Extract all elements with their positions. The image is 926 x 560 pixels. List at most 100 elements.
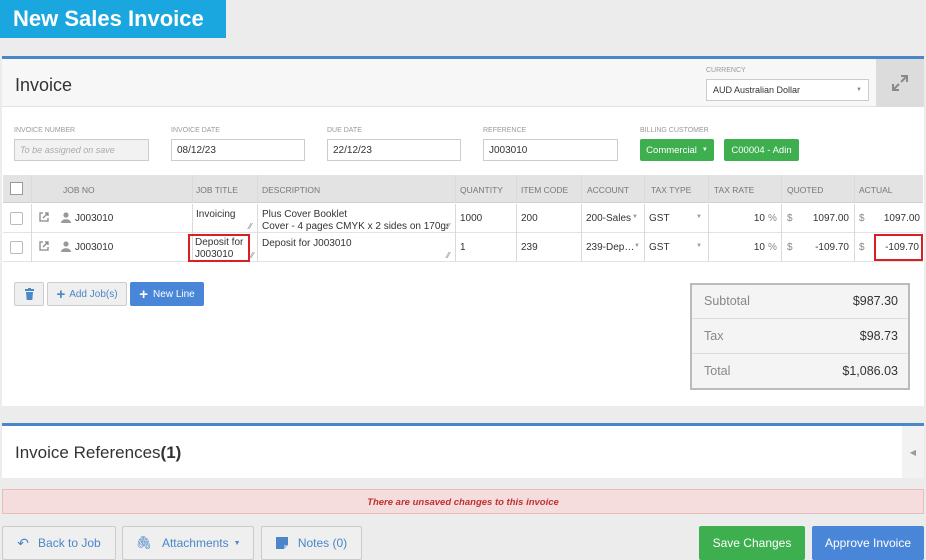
open-link-icon[interactable] [38, 211, 50, 226]
resize-handle-icon[interactable]: ⁄⁄ [447, 251, 450, 260]
resize-handle-icon[interactable]: ⁄⁄ [249, 222, 252, 231]
new-line-button[interactable]: + New Line [130, 282, 204, 306]
job-title[interactable]: J003010 [195, 249, 233, 260]
chevron-left-icon[interactable]: ◀ [902, 426, 924, 478]
totals-box: Subtotal $987.30 Tax $98.73 Total $1,086… [690, 283, 910, 390]
invoice-panel: Invoice CURRENCY AUD Australian Dollar ▼… [2, 56, 924, 406]
resize-handle-icon[interactable]: ⁄⁄ [251, 251, 254, 260]
col-job-title: JOB TITLE [196, 185, 238, 195]
billing-type-dropdown[interactable]: Commercial ▼ [640, 139, 714, 161]
resize-handle-icon[interactable]: ⁄⁄ [447, 222, 450, 231]
billing-type-label: Commercial [646, 144, 697, 156]
plus-icon: + [139, 285, 149, 303]
table-row: J003010 Invoicing ⁄⁄ Plus Cover Booklet … [3, 204, 923, 233]
col-item-code: ITEM CODE [521, 185, 569, 195]
billing-customer-label: BILLING CUSTOMER [640, 127, 709, 134]
col-job-no: JOB NO [63, 185, 95, 195]
reference-input[interactable]: J003010 [483, 139, 618, 161]
invoice-number-input: To be assigned on save [14, 139, 149, 161]
description-line[interactable]: Plus Cover Booklet [262, 209, 347, 220]
invoice-references-panel[interactable]: Invoice References(1) ◀ [2, 423, 924, 478]
approve-invoice-button[interactable]: Approve Invoice [812, 526, 924, 560]
description-line[interactable]: Cover - 4 pages CMYK x 2 sides on 170gsm [262, 221, 448, 232]
col-tax-rate: TAX RATE [714, 185, 755, 195]
invoice-panel-header: Invoice CURRENCY AUD Australian Dollar ▼ [2, 59, 924, 107]
job-title[interactable]: Deposit for [195, 237, 243, 248]
chevron-down-icon: ▼ [696, 243, 702, 249]
invoice-date-input[interactable]: 08/12/23 [171, 139, 305, 161]
tax-type-select[interactable]: GST [649, 213, 670, 224]
subtotal-value: $987.30 [852, 294, 898, 308]
currency-sign: $ [787, 242, 793, 253]
row-checkbox[interactable] [10, 212, 23, 225]
actual-input[interactable]: 1097.00 [871, 213, 920, 224]
invoice-references-count: (1) [160, 443, 182, 462]
person-icon [61, 241, 71, 255]
paperclip-icon: 🖇 [135, 535, 152, 550]
subtotal-label: Subtotal [704, 294, 750, 308]
delete-button[interactable] [14, 282, 44, 306]
currency-select[interactable]: AUD Australian Dollar ▼ [706, 79, 869, 101]
notes-label: Notes (0) [297, 536, 348, 550]
save-changes-button[interactable]: Save Changes [699, 526, 805, 560]
quantity-input[interactable]: 1 [460, 242, 466, 253]
currency-sign: $ [787, 213, 793, 224]
reference-label: REFERENCE [483, 127, 527, 134]
currency-value: AUD Australian Dollar [713, 85, 801, 95]
open-link-icon[interactable] [38, 240, 50, 255]
tax-label: Tax [704, 329, 724, 343]
item-code-input[interactable]: 200 [521, 213, 538, 224]
invoice-heading: Invoice [15, 75, 73, 95]
quoted-input[interactable]: 1097.00 [798, 213, 849, 224]
undo-arrow-icon: ↶ [17, 534, 30, 551]
total-label: Total [704, 364, 731, 378]
tax-rate-input[interactable]: 10 [740, 242, 765, 253]
quantity-input[interactable]: 1000 [460, 213, 482, 224]
item-code-input[interactable]: 239 [521, 242, 538, 253]
attachments-button[interactable]: 🖇 Attachments ▼ [122, 526, 254, 560]
col-tax-type: TAX TYPE [651, 185, 692, 195]
col-account: ACCOUNT [587, 185, 630, 195]
notes-button[interactable]: Notes (0) [261, 526, 362, 560]
due-date-label: DUE DATE [327, 127, 362, 134]
tax-type-select[interactable]: GST [649, 242, 670, 253]
invoice-number-label: INVOICE NUMBER [14, 127, 76, 134]
chevron-down-icon: ▼ [632, 214, 638, 220]
job-no[interactable]: J003010 [75, 213, 113, 224]
back-to-job-button[interactable]: ↶ Back to Job [2, 526, 116, 560]
currency-label: CURRENCY [706, 67, 746, 74]
percent-sign: % [768, 213, 777, 224]
account-select[interactable]: 200-Sales [586, 213, 631, 224]
attachments-label: Attachments [161, 536, 229, 550]
customer-button[interactable]: C00004 - Adin [724, 139, 799, 161]
row-checkbox[interactable] [10, 241, 23, 254]
line-items-header: JOB NO JOB TITLE DESCRIPTION QUANTITY IT… [3, 175, 923, 203]
caret-down-icon: ▼ [701, 147, 708, 153]
expand-button[interactable] [876, 59, 924, 107]
person-icon [61, 212, 71, 226]
col-quoted: QUOTED [787, 185, 824, 195]
page-title: New Sales Invoice [0, 0, 226, 38]
job-no[interactable]: J003010 [75, 242, 113, 253]
currency-sign: $ [859, 213, 865, 224]
add-jobs-button[interactable]: + Add Job(s) [47, 282, 127, 306]
back-to-job-label: Back to Job [38, 536, 101, 550]
account-select[interactable]: 239-Dep… [586, 242, 634, 253]
table-row: J003010 Deposit for J003010 ⁄⁄ Deposit f… [3, 233, 923, 262]
add-jobs-label: Add Job(s) [69, 288, 118, 300]
chevron-down-icon: ▼ [634, 243, 640, 249]
actual-input[interactable]: -109.70 [871, 242, 919, 253]
quoted-input[interactable]: -109.70 [798, 242, 849, 253]
tax-value: $98.73 [859, 329, 898, 343]
job-title[interactable]: Invoicing [196, 209, 235, 220]
due-date-input[interactable]: 22/12/23 [327, 139, 461, 161]
select-all-checkbox[interactable] [10, 182, 23, 195]
invoice-date-label: INVOICE DATE [171, 127, 220, 134]
trash-icon [24, 288, 34, 300]
new-line-label: New Line [153, 288, 195, 300]
unsaved-changes-alert: There are unsaved changes to this invoic… [2, 489, 924, 514]
tax-rate-input[interactable]: 10 [740, 213, 765, 224]
note-icon [275, 537, 288, 549]
description-line[interactable]: Deposit for J003010 [262, 238, 352, 249]
total-value: $1,086.03 [842, 364, 898, 378]
